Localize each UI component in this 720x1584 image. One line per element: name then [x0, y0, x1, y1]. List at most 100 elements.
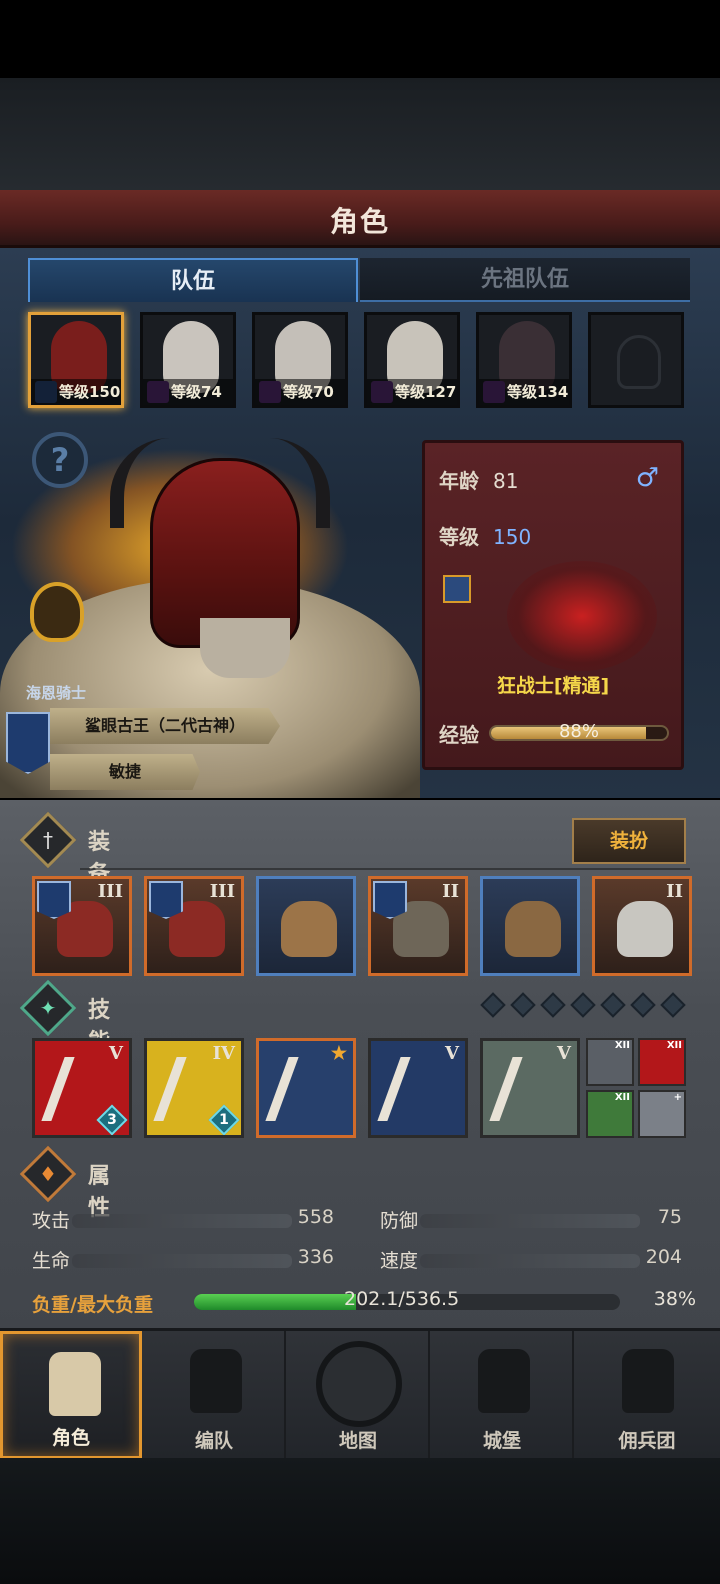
equip-slot-2[interactable]: III [144, 876, 244, 976]
tier-label: V [445, 1043, 459, 1064]
exp-percent: 88% [558, 721, 599, 742]
passive-skill-2[interactable]: XII [638, 1038, 686, 1086]
skill-slot-2[interactable]: IV 1 [144, 1038, 244, 1138]
helmet-icon [281, 901, 337, 957]
roster-slot-2[interactable]: 等级74 [140, 312, 236, 408]
stat-value: 75 [657, 1206, 682, 1228]
tier-label: III [97, 881, 123, 902]
trait-secondary[interactable]: 敏捷 [50, 754, 200, 790]
nav-map[interactable]: 地图 [288, 1331, 430, 1459]
flame-icon: ♦ [19, 1145, 77, 1203]
age-label: 年龄 [439, 469, 479, 493]
skills-row: V 3 IV 1 ★ V V XII XII XII + [32, 1038, 692, 1142]
tier-label: + [673, 1092, 682, 1103]
equip-slot-4[interactable]: II [368, 876, 468, 976]
passive-skill-3[interactable]: XII [586, 1090, 634, 1138]
dress-up-button[interactable]: 装扮 [572, 818, 686, 864]
roster-slot-3[interactable]: 等级70 [252, 312, 348, 408]
tab-ancestor-team[interactable]: 先祖队伍 [360, 258, 690, 302]
helmet-icon [190, 1349, 242, 1413]
age-value: 81 [493, 469, 519, 493]
stat-bar [420, 1214, 640, 1228]
stat-label: 速度 [380, 1250, 419, 1272]
passive-skill-1[interactable]: XII [586, 1038, 634, 1086]
roster-slot-4[interactable]: 等级127 [364, 312, 460, 408]
dagger-icon: † [19, 811, 77, 869]
stat-bar [420, 1254, 640, 1268]
knight-icon [49, 1352, 101, 1416]
nav-formation[interactable]: 编队 [144, 1331, 286, 1459]
stat-defense: 防御 75 [380, 1206, 682, 1234]
tier-label: XII [614, 1092, 630, 1103]
status-bar-area [0, 0, 720, 78]
nav-label: 地图 [338, 1430, 377, 1452]
stat-label: 生命 [32, 1250, 71, 1272]
title-bar: 角色 [0, 190, 720, 248]
load-label: 负重/最大负重 [32, 1294, 153, 1316]
equip-slot-1[interactable]: III [32, 876, 132, 976]
divider [80, 868, 690, 870]
skill-slot-5[interactable]: V [480, 1038, 580, 1138]
tier-label: V [557, 1043, 571, 1064]
stat-speed: 速度 204 [380, 1246, 682, 1274]
level-value: 150 [493, 525, 532, 549]
trait-primary[interactable]: 鲨眼古王（二代古神） [50, 708, 280, 744]
nav-label: 编队 [194, 1430, 233, 1452]
compass-icon [316, 1341, 402, 1427]
nav-character[interactable]: 角色 [0, 1331, 142, 1459]
details-panel: † 装备 装扮 III III II II ✦ 技 V 3 IV 1 ★ V V… [0, 800, 720, 1328]
level-row: 等级 150 [439, 521, 531, 550]
roster: 等级150 等级74 等级70 等级127 等级134 [28, 312, 688, 410]
potion-icon[interactable] [30, 582, 84, 642]
passive-skill-4[interactable]: + [638, 1090, 686, 1138]
load-percent: 38% [653, 1288, 696, 1310]
claw-skill-icon [265, 1057, 353, 1121]
stat-label: 攻击 [32, 1210, 71, 1232]
bottom-nav: 角色 编队 地图 城堡 佣兵团 [0, 1328, 720, 1459]
star-icon: ✦ [19, 979, 77, 1037]
berserker-portrait [507, 561, 657, 671]
skill-icon [489, 1057, 577, 1121]
stat-value: 336 [297, 1246, 334, 1268]
star-icon: ★ [330, 1043, 347, 1064]
empty-helmet-icon [617, 335, 661, 389]
tab-team[interactable]: 队伍 [28, 258, 358, 302]
load-bar-fill [194, 1294, 356, 1310]
class-sword-icon [443, 575, 471, 603]
exp-label: 经验 [439, 723, 479, 747]
faction-banner-icon [6, 712, 50, 774]
boots-icon [505, 901, 561, 957]
level-label: 等级127 [367, 379, 457, 405]
hero-info-card: 年龄 81 ♂ 等级 150 狂战士[精通] 经验 88% [422, 440, 684, 770]
help-button[interactable]: ? [32, 432, 88, 488]
skill-slot-4[interactable]: V [368, 1038, 468, 1138]
character-panel: 队伍 先祖队伍 等级150 等级74 等级70 等级127 等级134 ? 海恩… [0, 248, 720, 798]
tier-label: III [209, 881, 235, 902]
stat-label: 防御 [380, 1210, 419, 1232]
stat-value: 204 [645, 1246, 682, 1268]
roster-slot-5[interactable]: 等级134 [476, 312, 572, 408]
level-label: 等级134 [479, 379, 569, 405]
hero-class-label: 海恩骑士 [26, 684, 87, 702]
tier-label: XII [666, 1040, 682, 1051]
nav-castle[interactable]: 城堡 [432, 1331, 574, 1459]
stat-bar [72, 1254, 292, 1268]
nav-mercenary[interactable]: 佣兵团 [576, 1331, 718, 1459]
roster-slot-1[interactable]: 等级150 [28, 312, 124, 408]
equip-slot-5[interactable] [480, 876, 580, 976]
castle-icon [478, 1349, 530, 1413]
nav-label: 角色 [51, 1427, 90, 1449]
stat-value: 558 [297, 1206, 334, 1228]
age-row: 年龄 81 [439, 465, 518, 494]
tier-label: IV [212, 1043, 235, 1064]
equipment-row: III III II II [32, 876, 692, 976]
roster-slot-empty[interactable] [588, 312, 684, 408]
equip-slot-3[interactable] [256, 876, 356, 976]
nav-label: 佣兵团 [618, 1430, 676, 1452]
faction-banner-icon [37, 881, 71, 919]
equip-slot-6[interactable]: II [592, 876, 692, 976]
page-title: 角色 [329, 205, 390, 238]
skill-slot-3[interactable]: ★ [256, 1038, 356, 1138]
tier-label: XII [614, 1040, 630, 1051]
skill-slot-1[interactable]: V 3 [32, 1038, 132, 1138]
